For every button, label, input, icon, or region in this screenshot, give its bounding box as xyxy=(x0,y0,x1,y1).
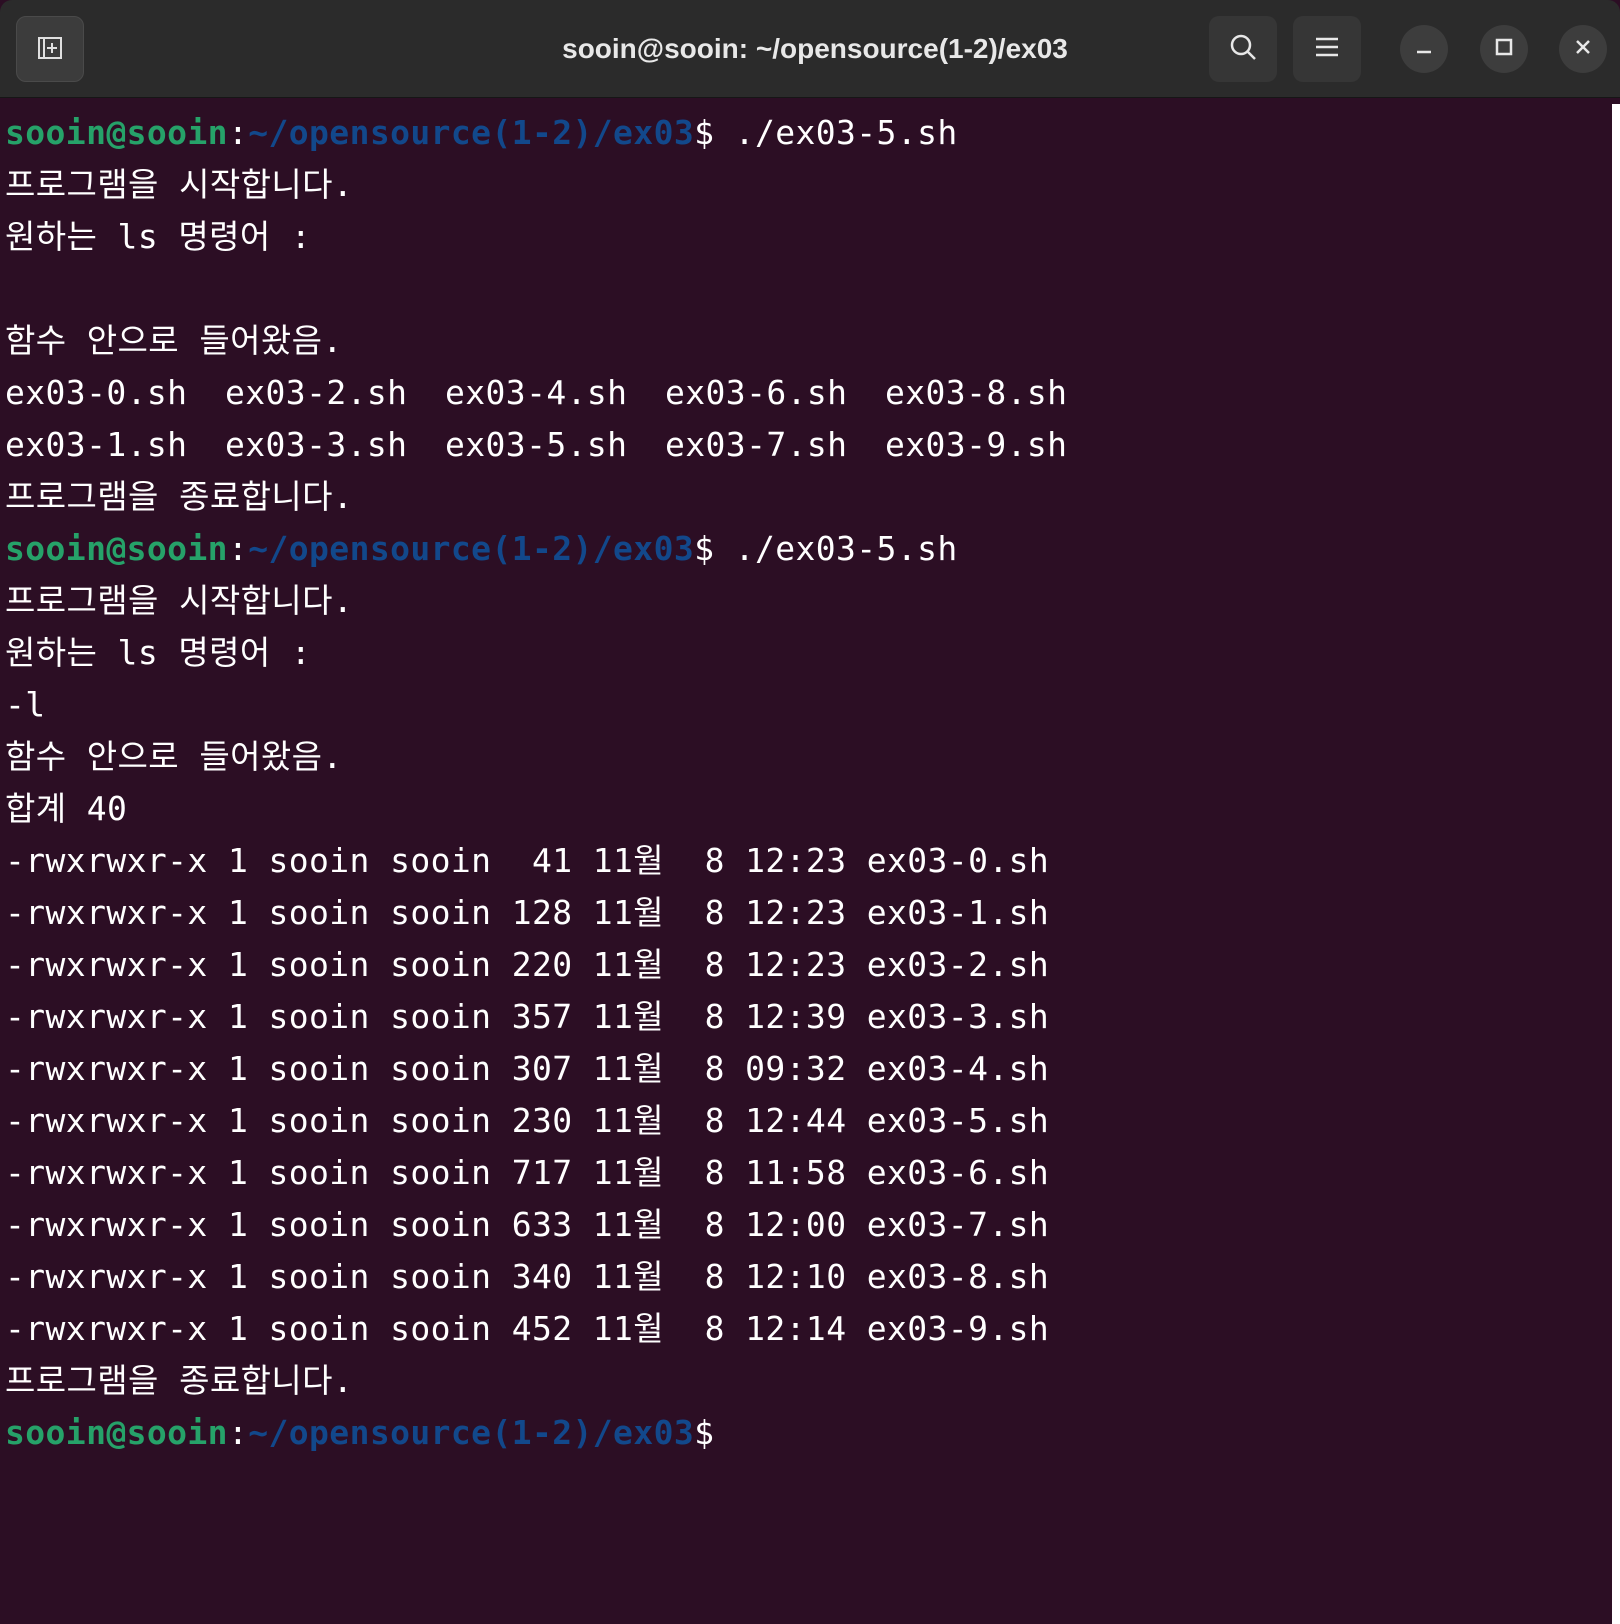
ls-row: ex03-1.sh ex03-3.sh ex03-5.sh ex03-7.sh ex03… xyxy=(5,419,1105,471)
listing-row: -rwxrwxr-x 1 sooin sooin 230 11월 8 12:44… xyxy=(5,1101,1050,1140)
user-input-line: -l xyxy=(5,685,46,724)
listing-row: -rwxrwxr-x 1 sooin sooin 452 11월 8 12:14… xyxy=(5,1309,1050,1348)
listing-row: -rwxrwxr-x 1 sooin sooin 220 11월 8 12:23… xyxy=(5,945,1050,984)
prompt-path: ~/opensource(1-2)/ex03 xyxy=(248,1413,695,1452)
output-line: 원하는 ls 명령어 : xyxy=(5,217,312,256)
maximize-button[interactable] xyxy=(1480,25,1528,73)
listing-row: -rwxrwxr-x 1 sooin sooin 357 11월 8 12:39… xyxy=(5,997,1050,1036)
window-title: sooin@sooin: ~/opensource(1-2)/ex03 xyxy=(562,32,1068,64)
prompt-symbol: $ xyxy=(694,113,715,152)
ls-file: ex03-6.sh xyxy=(665,373,848,412)
listing-row: -rwxrwxr-x 1 sooin sooin 41 11월 8 12:23 … xyxy=(5,841,1050,880)
output-line: 함수 안으로 들어왔음. xyxy=(5,737,343,776)
hamburger-menu-icon xyxy=(1314,35,1340,63)
new-tab-icon xyxy=(35,32,65,66)
prompt-symbol: $ xyxy=(694,1413,715,1452)
ls-file: ex03-4.sh xyxy=(445,373,628,412)
maximize-icon xyxy=(1494,37,1514,61)
output-line: 함수 안으로 들어왔음. xyxy=(5,321,343,360)
prompt-user: sooin@sooin xyxy=(5,529,228,568)
minimize-icon xyxy=(1414,37,1434,61)
prompt-separator: : xyxy=(227,1413,249,1452)
prompt-user: sooin@sooin xyxy=(5,1413,228,1452)
ls-file: ex03-9.sh xyxy=(885,425,1068,464)
output-line: 프로그램을 시작합니다. xyxy=(5,581,354,620)
prompt-line: sooin@sooin:~/opensource(1-2)/ex03$ ./ex… xyxy=(5,523,958,575)
ls-file: ex03-7.sh xyxy=(665,425,848,464)
prompt-separator: : xyxy=(227,529,249,568)
command-text: ./ex03-5.sh xyxy=(714,113,958,152)
search-icon xyxy=(1227,31,1259,67)
ls-file: ex03-2.sh xyxy=(225,373,408,412)
close-button[interactable] xyxy=(1559,25,1607,73)
prompt-line[interactable]: sooin@sooin:~/opensource(1-2)/ex03$ xyxy=(5,1407,714,1459)
menu-button[interactable] xyxy=(1293,16,1361,82)
output-line: 프로그램을 시작합니다. xyxy=(5,165,354,204)
ls-file: ex03-0.sh xyxy=(5,373,188,412)
terminal-window: sooin@sooin: ~/opensource(1-2)/ex03 sooi… xyxy=(0,0,1620,1624)
output-line: 원하는 ls 명령어 : xyxy=(5,633,312,672)
minimize-button[interactable] xyxy=(1400,25,1448,73)
ls-file: ex03-1.sh xyxy=(5,425,188,464)
prompt-separator: : xyxy=(227,113,249,152)
new-tab-button[interactable] xyxy=(16,16,84,82)
listing-row: -rwxrwxr-x 1 sooin sooin 307 11월 8 09:32… xyxy=(5,1049,1050,1088)
scrollbar[interactable] xyxy=(1612,104,1620,1624)
ls-file: ex03-5.sh xyxy=(445,425,628,464)
total-line: 합계 40 xyxy=(5,789,128,828)
ls-file: ex03-3.sh xyxy=(225,425,408,464)
listing-row: -rwxrwxr-x 1 sooin sooin 128 11월 8 12:23… xyxy=(5,893,1050,932)
listing-row: -rwxrwxr-x 1 sooin sooin 717 11월 8 11:58… xyxy=(5,1153,1050,1192)
command-text: ./ex03-5.sh xyxy=(714,529,958,568)
prompt-user: sooin@sooin xyxy=(5,113,228,152)
prompt-line: sooin@sooin:~/opensource(1-2)/ex03$ ./ex… xyxy=(5,107,958,159)
listing-row: -rwxrwxr-x 1 sooin sooin 633 11월 8 12:00… xyxy=(5,1205,1050,1244)
prompt-path: ~/opensource(1-2)/ex03 xyxy=(248,529,695,568)
listing-row: -rwxrwxr-x 1 sooin sooin 340 11월 8 12:10… xyxy=(5,1257,1050,1296)
prompt-path: ~/opensource(1-2)/ex03 xyxy=(248,113,695,152)
search-button[interactable] xyxy=(1209,16,1277,82)
prompt-symbol: $ xyxy=(694,529,715,568)
title-bar: sooin@sooin: ~/opensource(1-2)/ex03 xyxy=(0,0,1620,98)
ls-row: ex03-0.sh ex03-2.sh ex03-4.sh ex03-6.sh ex03… xyxy=(5,367,1105,419)
close-icon xyxy=(1573,37,1593,61)
ls-file: ex03-8.sh xyxy=(885,373,1068,412)
output-line: 프로그램을 종료합니다. xyxy=(5,1361,354,1400)
output-line: 프로그램을 종료합니다. xyxy=(5,477,354,516)
